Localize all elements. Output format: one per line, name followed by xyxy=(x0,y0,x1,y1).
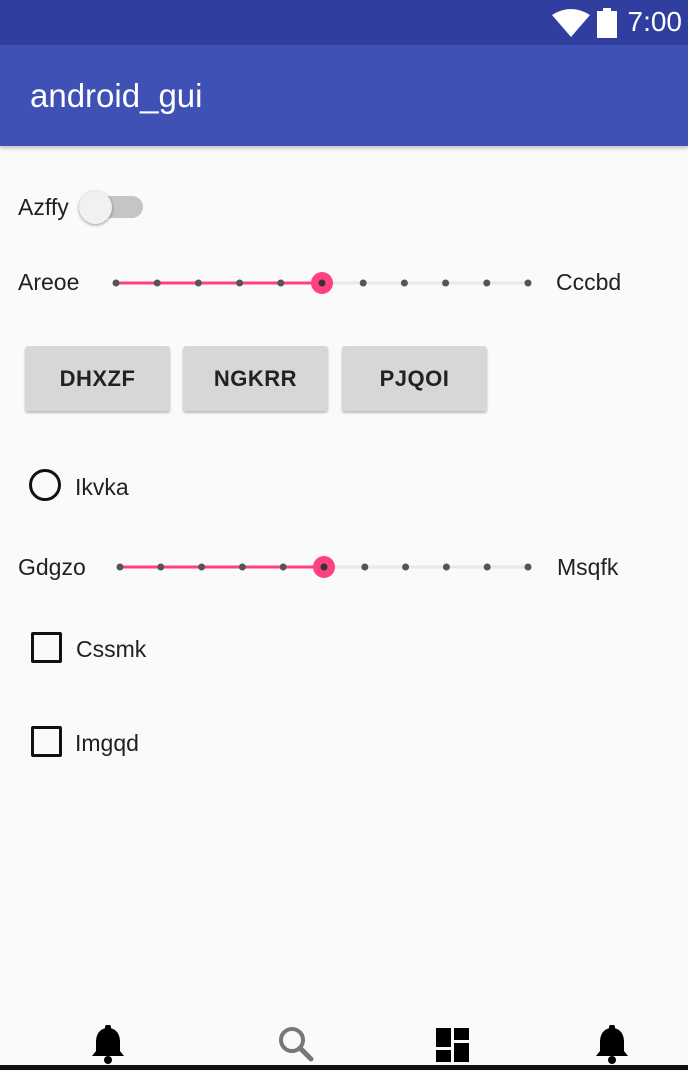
cssmk-checkbox[interactable] xyxy=(31,632,62,663)
gdgzo-slider[interactable] xyxy=(108,550,540,584)
search-icon xyxy=(279,1027,314,1062)
slider-tick xyxy=(112,279,120,287)
slider1-max-label: Cccbd xyxy=(556,269,622,295)
areoe-slider[interactable] xyxy=(104,266,540,300)
slider-tick xyxy=(116,563,124,571)
bottom-edge xyxy=(0,1065,688,1070)
slider-track xyxy=(112,272,532,294)
slider-tick xyxy=(400,279,408,287)
ikvka-radio[interactable] xyxy=(29,469,61,501)
app-title: android_gui xyxy=(30,77,203,114)
radio-label: Ikvka xyxy=(75,474,129,500)
slider-tick xyxy=(279,563,287,571)
slider1-min-label: Areoe xyxy=(18,269,80,295)
slider-tick xyxy=(359,279,367,287)
slider-tick xyxy=(361,563,369,571)
switch-thumb xyxy=(79,191,112,224)
checkbox2-label: Imgqd xyxy=(75,730,139,756)
ngkrr-button[interactable]: NGKRR xyxy=(183,346,328,411)
notifications-icon xyxy=(92,1025,124,1064)
checkbox1-label: Cssmk xyxy=(76,636,147,662)
slider-track xyxy=(116,556,532,578)
dashboard-icon xyxy=(436,1028,469,1062)
app-bar: android_gui xyxy=(0,45,688,146)
slider-tick xyxy=(236,279,244,287)
status-bar: 7:00 xyxy=(0,0,688,45)
slider-tick xyxy=(524,279,532,287)
azffy-switch[interactable] xyxy=(79,191,147,225)
slider-tick xyxy=(238,563,246,571)
slider-tick xyxy=(483,563,491,571)
battery-icon xyxy=(597,8,617,38)
slider-tick xyxy=(524,563,532,571)
imgqd-checkbox[interactable] xyxy=(31,726,62,757)
notifications-icon xyxy=(596,1025,628,1064)
dhxzf-button[interactable]: DHXZF xyxy=(25,346,170,411)
slider-tick xyxy=(153,279,161,287)
slider-tick xyxy=(198,563,206,571)
switch-label: Azffy xyxy=(18,194,69,220)
nav-notifications-button[interactable] xyxy=(88,1024,128,1066)
nav-search-button[interactable] xyxy=(276,1024,316,1066)
pjqoi-button[interactable]: PJQOI xyxy=(342,346,487,411)
nav-notifications-button-2[interactable] xyxy=(592,1024,632,1066)
slider-tick xyxy=(483,279,491,287)
slider-thumb-dot xyxy=(320,563,328,571)
wifi-icon xyxy=(552,9,590,37)
slider-tick xyxy=(194,279,202,287)
slider-tick xyxy=(157,563,165,571)
slider-tick xyxy=(442,279,450,287)
slider-tick xyxy=(402,563,410,571)
slider-thumb-dot xyxy=(318,279,326,287)
slider2-min-label: Gdgzo xyxy=(18,554,86,580)
slider2-max-label: Msqfk xyxy=(557,554,619,580)
bottom-navigation xyxy=(0,1010,688,1070)
status-time: 7:00 xyxy=(627,6,683,37)
slider-tick xyxy=(442,563,450,571)
slider-tick xyxy=(277,279,285,287)
nav-dashboard-button[interactable] xyxy=(434,1024,474,1066)
